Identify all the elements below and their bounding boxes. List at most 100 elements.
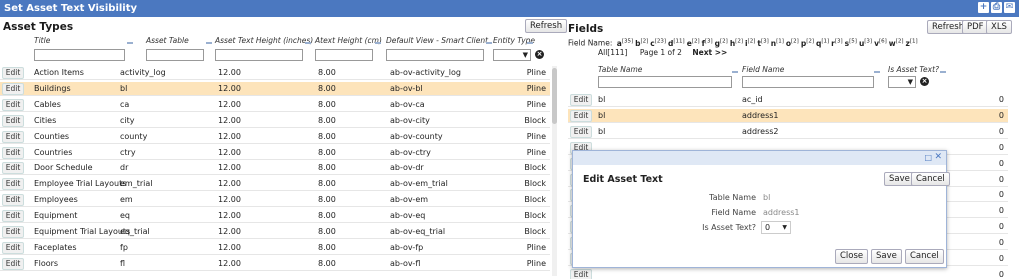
table-row[interactable]: Edit Door Schedule dr 12.00 8.00 ab-ov-dr Bloc… (0, 161, 550, 176)
sort-icon[interactable] (527, 42, 533, 44)
xls-button[interactable]: XLS (986, 20, 1012, 34)
letter-link[interactable]: g[2] (715, 38, 728, 48)
letter-link[interactable]: c[23] (650, 38, 666, 48)
edit-button[interactable]: Edit (2, 257, 24, 270)
letter-link[interactable]: e[2] (687, 38, 700, 48)
sort-icon[interactable] (127, 42, 133, 44)
column-header[interactable]: Title (34, 36, 50, 45)
filter-input[interactable] (386, 49, 484, 61)
letter-link[interactable]: w[2] (889, 38, 904, 48)
table-row[interactable]: Edit Employee Trial Layouts em_trial 12.00 8… (0, 177, 550, 192)
print-icon[interactable]: ⎙ (991, 2, 1002, 13)
letter-link[interactable]: r[3] (831, 38, 843, 48)
letter-link[interactable]: q[1] (816, 38, 829, 48)
field-edit-button[interactable]: Edit (570, 109, 592, 122)
table-row[interactable]: Edit Employees em 12.00 8.00 ab-ov-em Block (0, 193, 550, 208)
dialog-cancel2-button[interactable]: Cancel (905, 249, 944, 264)
sort-icon[interactable] (732, 71, 738, 73)
table-row[interactable]: Edit Countries ctry 12.00 8.00 ab-ov-ctry Plin… (0, 146, 550, 160)
sort-icon[interactable] (874, 71, 880, 73)
field-row[interactable]: Edit bl address1 0 (568, 108, 1008, 123)
letter-link[interactable]: s[5] (845, 38, 857, 48)
letter-link[interactable]: f[3] (702, 38, 713, 48)
edit-button[interactable]: Edit (2, 210, 24, 223)
sort-icon[interactable] (486, 42, 492, 44)
table-row[interactable]: Edit Equipment eq 12.00 8.00 ab-ov-eq Block (0, 209, 550, 224)
field-filter-input[interactable] (598, 76, 732, 88)
pdf-button[interactable]: PDF (962, 20, 989, 34)
column-header[interactable]: Asset Text Height (inches) (215, 36, 313, 45)
letter-link[interactable]: d[11] (668, 38, 685, 48)
dialog-cancel-button[interactable]: Cancel (911, 172, 950, 186)
table-row[interactable]: Edit Faceplates fp 12.00 8.00 ab-ov-fp Pline (0, 241, 550, 255)
field-column-header[interactable]: Table Name (598, 65, 642, 74)
edit-button[interactable]: Edit (2, 194, 24, 207)
column-header[interactable]: Default View - Smart Client (386, 36, 488, 45)
column-header[interactable]: Asset Table (146, 36, 189, 45)
letter-link[interactable]: u[3] (859, 38, 872, 48)
next-link[interactable]: Next >> (692, 48, 727, 57)
field-edit-button[interactable]: Edit (570, 125, 592, 138)
left-scrollbar[interactable] (552, 66, 557, 276)
edit-button[interactable]: Edit (2, 178, 24, 191)
edit-button[interactable]: Edit (2, 82, 24, 95)
sort-icon[interactable] (940, 71, 946, 73)
table-cell: 8.00 (318, 115, 336, 125)
letter-link[interactable]: i[2] (745, 38, 755, 48)
clear-field-filter-icon[interactable]: × (920, 77, 929, 86)
filter-input[interactable] (215, 49, 303, 61)
edit-button[interactable]: Edit (2, 162, 24, 175)
sort-icon[interactable] (206, 42, 212, 44)
clear-filter-icon[interactable]: × (535, 50, 544, 59)
field-edit-button[interactable]: Edit (570, 94, 592, 106)
column-header[interactable]: Atext Height (cm) (315, 36, 382, 45)
edit-button[interactable]: Edit (2, 98, 24, 111)
table-row[interactable]: Edit Cables ca 12.00 8.00 ab-ov-ca Pline (0, 98, 550, 112)
letter-link[interactable]: a[35] (617, 38, 633, 48)
left-refresh-button[interactable]: Refresh (525, 19, 568, 33)
dialog-close-button[interactable]: Close (835, 249, 869, 264)
entity-type-filter-select[interactable]: ▼ (493, 49, 531, 61)
sort-icon[interactable] (375, 42, 381, 44)
edit-button[interactable]: Edit (2, 241, 24, 254)
letter-link[interactable]: p[2] (801, 38, 814, 48)
edit-button[interactable]: Edit (2, 146, 24, 159)
left-scrollbar-thumb[interactable] (552, 68, 557, 124)
dialog-save2-button[interactable]: Save (871, 249, 902, 264)
field-row[interactable]: Edit 0 (568, 268, 1008, 279)
filter-input[interactable] (315, 49, 373, 61)
maximize-icon[interactable]: □ (924, 153, 932, 162)
field-column-header[interactable]: Field Name (742, 65, 784, 74)
table-row[interactable]: Edit Equipment Trial Layouts eq_trial 12.00… (0, 225, 550, 239)
field-row[interactable]: Edit bl address2 0 (568, 125, 1008, 139)
close-icon[interactable]: ✕ (934, 152, 942, 162)
letter-link[interactable]: t[3] (757, 38, 768, 48)
letter-link[interactable]: v[6] (874, 38, 887, 48)
table-row[interactable]: Edit Buildings bl 12.00 8.00 ab-ov-bl Pline (0, 81, 550, 96)
field-column-header[interactable]: Is Asset Text? (888, 65, 939, 74)
letter-link[interactable]: h[2] (730, 38, 743, 48)
edit-button[interactable]: Edit (2, 67, 24, 79)
letter-link[interactable]: n[1] (771, 38, 784, 48)
table-row[interactable]: Edit Counties county 12.00 8.00 ab-ov-county P… (0, 130, 550, 144)
filter-input[interactable] (146, 49, 204, 61)
field-row[interactable]: Edit bl ac_id 0 (568, 93, 1008, 107)
table-row[interactable]: Edit Cities city 12.00 8.00 ab-ov-city Block (0, 114, 550, 128)
edit-button[interactable]: Edit (2, 130, 24, 143)
expand-icon[interactable]: + (978, 2, 989, 13)
field-filter-input[interactable] (742, 76, 874, 88)
letter-link[interactable]: b[2] (635, 38, 648, 48)
table-row[interactable]: Edit Action Items activity_log 12.00 8.00 ab-… (0, 66, 550, 80)
email-icon[interactable]: ✉ (1004, 2, 1015, 13)
table-row[interactable]: Edit Floors fl 12.00 8.00 ab-ov-fl Pline (0, 257, 550, 271)
letter-link[interactable]: o[2] (786, 38, 799, 48)
field-edit-button[interactable]: Edit (570, 268, 592, 279)
filter-input[interactable] (34, 49, 125, 61)
edit-button[interactable]: Edit (2, 226, 24, 238)
letter-link[interactable]: z[1] (906, 38, 918, 48)
is-asset-select[interactable]: 0 ▼ (761, 221, 791, 234)
all-link[interactable]: All[111] (598, 48, 627, 57)
sort-icon[interactable] (305, 42, 311, 44)
is-asset-filter-select[interactable]: ▼ (888, 76, 916, 88)
edit-button[interactable]: Edit (2, 114, 24, 127)
